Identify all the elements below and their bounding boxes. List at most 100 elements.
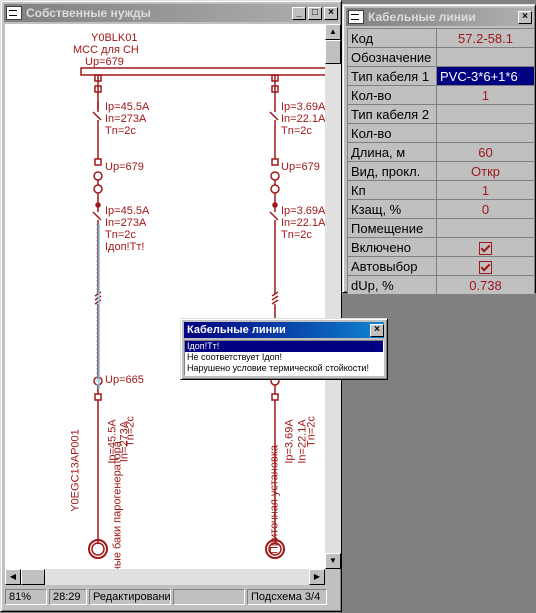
scroll-right-icon[interactable]: ▶ bbox=[309, 569, 325, 585]
status-sheet: Подсхема 3/4 bbox=[247, 589, 327, 605]
property-row[interactable]: Код 57.2-58.1 bbox=[347, 28, 535, 48]
popup-item[interactable]: Нарушено условие термической стойкости! bbox=[185, 363, 383, 374]
left-in-2: In=273A bbox=[105, 217, 147, 229]
right-tn-2: Tn=2c bbox=[281, 229, 312, 241]
property-row[interactable]: Вид, прокл. Откр bbox=[347, 161, 535, 181]
left-breaker-2 bbox=[92, 211, 102, 221]
left-cable-mark-3 bbox=[94, 299, 102, 305]
property-label: Длина, м bbox=[347, 142, 437, 162]
right-breaker-1 bbox=[269, 111, 279, 121]
properties-title: Кабельные линии bbox=[368, 10, 476, 24]
bus-desc: МСС для СН bbox=[73, 44, 139, 56]
property-value[interactable] bbox=[436, 47, 535, 67]
maximize-icon[interactable]: □ bbox=[308, 6, 322, 20]
close-icon[interactable]: × bbox=[324, 6, 338, 20]
left-in-1: In=273A bbox=[105, 113, 147, 125]
property-value[interactable]: 57.2-58.1 bbox=[436, 28, 535, 48]
left-v-ip: Ip=45.5A bbox=[106, 419, 119, 464]
close-icon[interactable]: × bbox=[518, 10, 532, 24]
right-fuse-2 bbox=[270, 184, 280, 194]
property-value[interactable] bbox=[436, 104, 535, 124]
properties-table: Код 57.2-58.1 Обозначение Тип кабеля 1 PVC-3… bbox=[347, 28, 535, 295]
horizontal-scrollbar[interactable]: ◀ ▶ bbox=[5, 569, 325, 585]
property-label: Тип кабеля 1 bbox=[347, 66, 437, 86]
popup-item[interactable]: Не соответствует Iдоп! bbox=[185, 352, 383, 363]
left-node-4 bbox=[94, 393, 102, 401]
right-node-4 bbox=[271, 393, 279, 401]
left-ip-1: Ip=45.5A bbox=[105, 101, 150, 113]
property-label: Кп bbox=[347, 180, 437, 200]
property-value[interactable] bbox=[436, 237, 535, 257]
right-tn-1: Tn=2c bbox=[281, 125, 312, 137]
property-value[interactable]: 0.738 bbox=[436, 275, 535, 295]
property-row[interactable]: Тип кабеля 2 bbox=[347, 104, 535, 124]
right-up-1: Up=679 bbox=[281, 161, 320, 173]
popup-message-list[interactable]: Iдоп!Tт! Не соответствует Iдоп! Нарушено… bbox=[184, 340, 384, 376]
left-tn-2: Tn=2c bbox=[105, 229, 136, 241]
schematic-title: Собственные нужды bbox=[26, 6, 151, 20]
property-row[interactable]: Кол-во bbox=[347, 123, 535, 143]
property-label: Вид, прокл. bbox=[347, 161, 437, 181]
schematic-canvas[interactable]: Y0BLK01 МСС для СН Up=679 Ip=45.5A In=27… bbox=[5, 24, 325, 569]
scroll-up-icon[interactable]: ▲ bbox=[325, 24, 341, 40]
property-label: Включено bbox=[347, 237, 437, 257]
property-row[interactable]: Длина, м 60 bbox=[347, 142, 535, 162]
property-value[interactable] bbox=[436, 218, 535, 238]
properties-window: Кабельные линии × Код 57.2-58.1 Обозначени… bbox=[342, 4, 536, 295]
bus-name: Y0BLK01 bbox=[91, 32, 138, 44]
scroll-down-icon[interactable]: ▼ bbox=[325, 553, 341, 569]
property-value[interactable]: 1 bbox=[436, 85, 535, 105]
property-label: Тип кабеля 2 bbox=[347, 104, 437, 124]
left-fuse-1 bbox=[93, 171, 103, 181]
right-in-2: In=22.1A bbox=[281, 217, 325, 229]
property-row[interactable]: Помещение bbox=[347, 218, 535, 238]
vertical-scrollbar[interactable]: ▲ ▼ bbox=[325, 24, 341, 569]
checkbox-icon[interactable] bbox=[479, 241, 492, 255]
right-node-3 bbox=[271, 158, 279, 166]
property-label: dUp, % bbox=[347, 275, 437, 295]
property-row[interactable]: Кзащ, % 0 bbox=[347, 199, 535, 219]
property-row[interactable]: Тип кабеля 1 PVC-3*6+1*6 bbox=[347, 66, 535, 86]
property-row[interactable]: Кол-во 1 bbox=[347, 85, 535, 105]
left-up-1: Up=679 bbox=[105, 161, 144, 173]
right-breaker-2 bbox=[269, 211, 279, 221]
property-value[interactable] bbox=[436, 256, 535, 276]
bus-voltage: Up=679 bbox=[85, 56, 124, 68]
left-fuse-2 bbox=[93, 184, 103, 194]
property-row[interactable]: Обозначение bbox=[347, 47, 535, 67]
left-cable-mark-2 bbox=[94, 295, 102, 301]
property-value[interactable]: 60 bbox=[436, 142, 535, 162]
property-value[interactable] bbox=[436, 123, 535, 143]
bus-bar[interactable] bbox=[80, 67, 325, 76]
popup-titlebar[interactable]: Кабельные линии × bbox=[184, 322, 384, 338]
scroll-thumb-horizontal[interactable] bbox=[21, 569, 45, 585]
popup-item[interactable]: Iдоп!Tт! bbox=[185, 341, 383, 352]
popup-title: Кабельные линии bbox=[187, 324, 286, 336]
checkbox-icon[interactable] bbox=[479, 260, 492, 274]
property-label: Обозначение bbox=[347, 47, 437, 67]
scroll-left-icon[interactable]: ◀ bbox=[5, 569, 21, 585]
app-icon bbox=[348, 10, 364, 24]
property-row[interactable]: Кп 1 bbox=[347, 180, 535, 200]
left-equipment-name: Y0EGC13AP001 bbox=[69, 429, 82, 512]
scroll-thumb-vertical[interactable] bbox=[325, 40, 341, 64]
schematic-titlebar[interactable]: Собственные нужды _ □ × bbox=[4, 4, 338, 22]
right-v-ip: Ip=3.69A bbox=[283, 419, 296, 464]
close-icon[interactable]: × bbox=[370, 323, 384, 337]
property-row[interactable]: Включено bbox=[347, 237, 535, 257]
left-warning: Iдоп!Tт! bbox=[105, 241, 145, 253]
minimize-icon[interactable]: _ bbox=[292, 6, 306, 20]
property-label: Кзащ, % bbox=[347, 199, 437, 219]
property-value[interactable]: Откр bbox=[436, 161, 535, 181]
property-row[interactable]: Автовыбор bbox=[347, 256, 535, 276]
property-value[interactable]: PVC-3*6+1*6 bbox=[436, 66, 535, 86]
status-bar: 81% 28:29 Редактирование Подсхема 3/4 bbox=[5, 589, 337, 607]
property-row[interactable]: dUp, % 0.738 bbox=[347, 275, 535, 295]
property-label: Кол-во bbox=[347, 123, 437, 143]
left-breaker-1 bbox=[92, 111, 102, 121]
property-value[interactable]: 1 bbox=[436, 180, 535, 200]
properties-titlebar[interactable]: Кабельные линии × bbox=[346, 8, 532, 26]
property-value[interactable]: 0 bbox=[436, 199, 535, 219]
left-ip-2: Ip=45.5A bbox=[105, 205, 150, 217]
property-label: Автовыбор bbox=[347, 256, 437, 276]
